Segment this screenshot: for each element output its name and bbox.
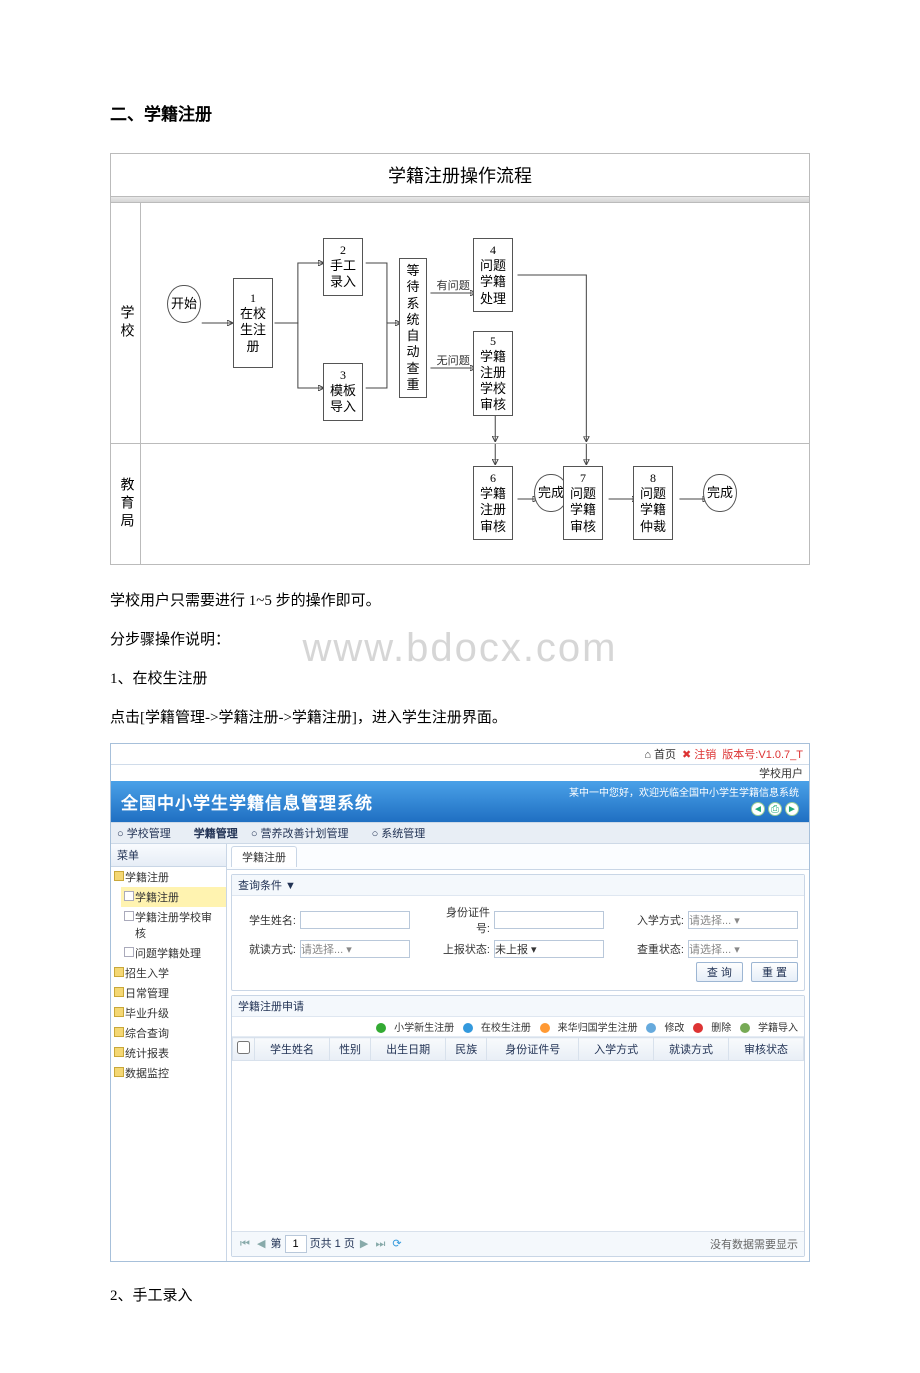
svg-text:有问题: 有问题 bbox=[437, 278, 470, 292]
node-3: 3模板导入 bbox=[323, 363, 363, 421]
lbl-name: 学生姓名: bbox=[238, 912, 296, 928]
menu-school[interactable]: ○ 学校管理 bbox=[117, 828, 181, 840]
app-screenshot: ⌂ 首页 ✖ 注销 版本号:V1.0.7_T 学校用户 全国中小学生学籍信息管理… bbox=[110, 743, 810, 1262]
menu-nutrition[interactable]: ○ 营养改善计划管理 bbox=[251, 828, 359, 840]
tool-returnee[interactable]: 来华归国学生注册 bbox=[540, 1023, 638, 1034]
tree-register-approve[interactable]: 学籍注册学校审核 bbox=[121, 907, 226, 943]
col-gender[interactable]: 性别 bbox=[329, 1038, 370, 1061]
lane-school-label: 学校 bbox=[116, 305, 136, 341]
search-panel: 查询条件 ▼ 学生姓名: 身份证件号: 入学方式:请选择... ▾ 就读方式:请… bbox=[231, 874, 805, 991]
page-input[interactable] bbox=[285, 1235, 307, 1253]
tool-delete[interactable]: 删除 bbox=[693, 1023, 731, 1034]
banner: 全国中小学生学籍信息管理系统 某中一中您好，欢迎光临全国中小学生学籍信息系统 ◄… bbox=[111, 781, 809, 822]
version-label: 版本号:V1.0.7_T bbox=[722, 746, 803, 762]
lbl-study: 就读方式: bbox=[238, 941, 296, 957]
last-page[interactable]: ⏭ bbox=[373, 1238, 387, 1250]
tree-graduate[interactable]: 毕业升级 bbox=[111, 1003, 226, 1023]
tree-daily[interactable]: 日常管理 bbox=[111, 983, 226, 1003]
grid-panel: 学籍注册申请 小学新生注册 在校生注册 来华归国学生注册 修改 删除 学籍导入 … bbox=[231, 995, 805, 1257]
user-role: 学校用户 bbox=[111, 765, 809, 781]
tree-monitor[interactable]: 数据监控 bbox=[111, 1063, 226, 1083]
home-icon[interactable]: ⌂ 首页 bbox=[644, 746, 676, 762]
col-study[interactable]: 就读方式 bbox=[654, 1038, 729, 1061]
p5: 2、手工录入 bbox=[110, 1280, 810, 1313]
select-all[interactable] bbox=[237, 1041, 250, 1054]
top-btn-2[interactable]: ⎙ bbox=[768, 802, 782, 816]
select-enroll[interactable]: 请选择... ▾ bbox=[688, 911, 798, 929]
svg-text:无问题: 无问题 bbox=[437, 354, 470, 367]
col-birth[interactable]: 出生日期 bbox=[371, 1038, 446, 1061]
top-btn-3[interactable]: ► bbox=[785, 802, 799, 816]
logout-link[interactable]: ✖ 注销 bbox=[682, 746, 716, 762]
sidebar: 菜单 学籍注册 学籍注册 学籍注册学校审核 问题学籍处理 招生入学 日常管理 毕… bbox=[111, 844, 227, 1261]
tree-query[interactable]: 综合查询 bbox=[111, 1023, 226, 1043]
tree-register[interactable]: 学籍注册 bbox=[111, 867, 226, 887]
tree-register-reg[interactable]: 学籍注册 bbox=[121, 887, 226, 907]
empty-hint: 没有数据需要显示 bbox=[710, 1236, 798, 1252]
welcome-text: 某中一中您好，欢迎光临全国中小学生学籍信息系统 bbox=[569, 787, 799, 800]
lbl-enroll: 入学方式: bbox=[626, 912, 684, 928]
node-4: 4问题学籍处理 bbox=[473, 238, 513, 312]
col-name[interactable]: 学生姓名 bbox=[255, 1038, 330, 1061]
input-name[interactable] bbox=[300, 911, 410, 929]
p3: 1、在校生注册 bbox=[110, 663, 810, 696]
app-title: 全国中小学生学籍信息管理系统 bbox=[121, 789, 373, 814]
menubar: ○ 学校管理 学籍管理 ○ 营养改善计划管理 ○ 系统管理 bbox=[111, 822, 809, 844]
node-done2: 完成 bbox=[703, 474, 737, 512]
tool-import[interactable]: 学籍导入 bbox=[740, 1023, 798, 1034]
search-title[interactable]: 查询条件 ▼ bbox=[232, 875, 804, 896]
input-id[interactable] bbox=[494, 911, 604, 929]
pager: ⏮ ◀ 第 页共 1 页 ▶ ⏭ ⟳ 没有数据需要显示 bbox=[232, 1231, 804, 1256]
select-report[interactable]: 未上报 ▾ bbox=[494, 940, 604, 958]
menu-xueji[interactable]: 学籍管理 bbox=[194, 828, 238, 840]
top-btn-1[interactable]: ◄ bbox=[751, 802, 765, 816]
tree-enroll[interactable]: 招生入学 bbox=[111, 963, 226, 983]
sidebar-title: 菜单 bbox=[111, 844, 226, 867]
col-status[interactable]: 审核状态 bbox=[729, 1038, 804, 1061]
flow-title: 学籍注册操作流程 bbox=[111, 154, 809, 197]
tool-new-primary[interactable]: 小学新生注册 bbox=[376, 1023, 454, 1034]
tree-register-issue[interactable]: 问题学籍处理 bbox=[121, 943, 226, 963]
data-table: 学生姓名 性别 出生日期 民族 身份证件号 入学方式 就读方式 审核状态 bbox=[232, 1037, 804, 1061]
p2: 分步骤操作说明： bbox=[110, 624, 810, 657]
menu-system[interactable]: ○ 系统管理 bbox=[372, 828, 436, 840]
lane-edu-label: 教育局 bbox=[116, 477, 136, 531]
node-7: 7问题学籍审核 bbox=[563, 466, 603, 540]
p4: 点击[学籍管理->学籍注册->学籍注册]，进入学生注册界面。 bbox=[110, 702, 810, 735]
node-5: 5学籍注册学校审核 bbox=[473, 331, 513, 416]
grid-body bbox=[232, 1061, 804, 1231]
search-button[interactable]: 查 询 bbox=[696, 962, 743, 982]
tree-report[interactable]: 统计报表 bbox=[111, 1043, 226, 1063]
lbl-dup: 查重状态: bbox=[626, 941, 684, 957]
node-2: 2手工录入 bbox=[323, 238, 363, 296]
first-page[interactable]: ⏮ bbox=[238, 1238, 252, 1250]
section-title: 二、学籍注册 bbox=[110, 100, 810, 125]
tool-current[interactable]: 在校生注册 bbox=[463, 1023, 531, 1034]
tool-edit[interactable]: 修改 bbox=[646, 1023, 684, 1034]
col-ethnic[interactable]: 民族 bbox=[446, 1038, 487, 1061]
grid-title: 学籍注册申请 bbox=[232, 996, 804, 1017]
node-start: 开始 bbox=[167, 285, 201, 323]
select-study[interactable]: 请选择... ▾ bbox=[300, 940, 410, 958]
flowchart: 学籍注册操作流程 学校 有问题 无问题 bbox=[110, 153, 810, 565]
node-wait: 等待系统自动查重 bbox=[399, 258, 427, 398]
reset-button[interactable]: 重 置 bbox=[751, 962, 798, 982]
node-8: 8问题学籍仲裁 bbox=[633, 466, 673, 540]
node-1: 1在校生注册 bbox=[233, 278, 273, 368]
col-enroll[interactable]: 入学方式 bbox=[579, 1038, 654, 1061]
lbl-id: 身份证件号: bbox=[432, 904, 490, 936]
refresh-icon[interactable]: ⟳ bbox=[390, 1238, 403, 1250]
node-6: 6学籍注册审核 bbox=[473, 466, 513, 540]
select-dup[interactable]: 请选择... ▾ bbox=[688, 940, 798, 958]
lbl-report: 上报状态: bbox=[432, 941, 490, 957]
prev-page[interactable]: ◀ bbox=[255, 1238, 267, 1250]
next-page[interactable]: ▶ bbox=[358, 1238, 370, 1250]
col-idno[interactable]: 身份证件号 bbox=[487, 1038, 579, 1061]
tab-register[interactable]: 学籍注册 bbox=[231, 846, 297, 867]
p1: 学校用户只需要进行 1~5 步的操作即可。 bbox=[110, 585, 810, 618]
